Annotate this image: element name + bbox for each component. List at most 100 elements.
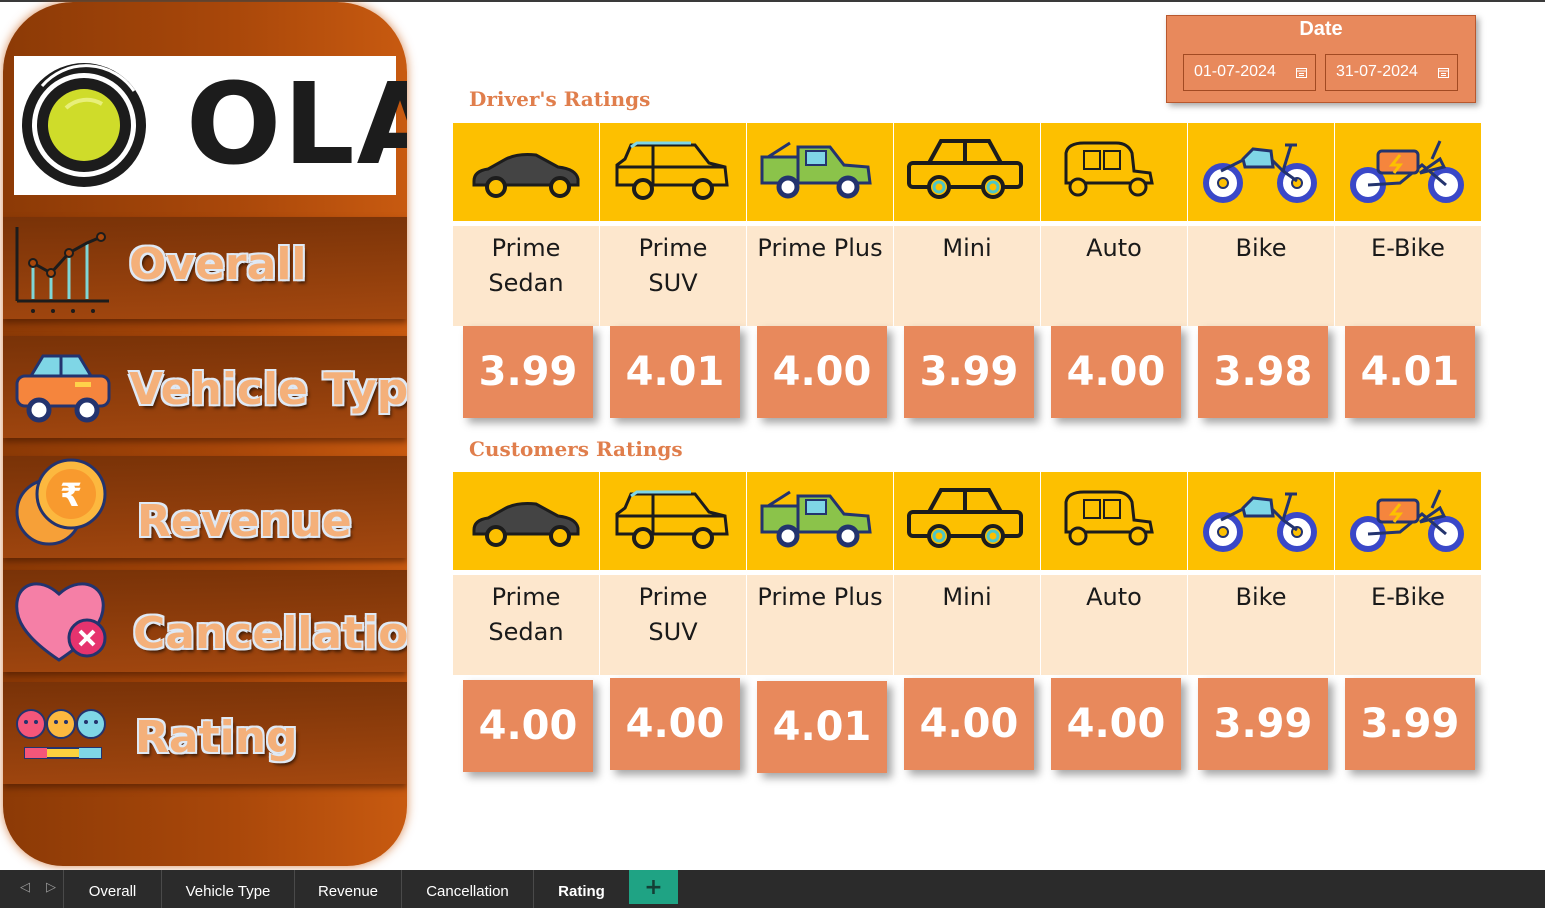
calendar-icon — [1438, 68, 1449, 78]
rating-value: 3.99 — [904, 326, 1034, 418]
vehicle-name-line2: SUV — [648, 618, 698, 646]
tab-cancellation[interactable]: Cancellation — [401, 870, 533, 908]
vehicle-icon-cell — [747, 123, 893, 221]
vehicle-icon-cell — [600, 472, 746, 570]
vehicle-icon-cell — [1188, 472, 1334, 570]
vehicle-icon-cell — [1188, 123, 1334, 221]
auto-rickshaw-icon — [1064, 490, 1154, 546]
calendar-icon — [1296, 68, 1307, 78]
rating-value: 3.99 — [1345, 678, 1475, 770]
heart-cancel-icon — [15, 582, 107, 662]
motorbike-icon — [1203, 492, 1317, 552]
tab-rating[interactable]: Rating — [533, 870, 629, 908]
rating-value: 4.00 — [904, 678, 1034, 770]
sheet-tab-bar: ◁ ▷ Overall Vehicle Type Revenue Cancell… — [0, 870, 1545, 908]
rating-value: 4.00 — [1051, 326, 1181, 418]
date-filter-title: Date — [1299, 18, 1343, 40]
nav-vehicle-type-label: Vehicle Type — [129, 364, 407, 415]
svg-text:₹: ₹ — [60, 476, 82, 514]
vehicle-name-line1: Mini — [942, 583, 992, 611]
vehicle-name-cell: Mini — [894, 575, 1040, 675]
rating-value: 4.00 — [610, 678, 740, 770]
vehicle-name-line1: Prime Plus — [757, 583, 883, 611]
end-date-value: 31-07-2024 — [1336, 63, 1418, 80]
vehicle-icon-cell — [1041, 123, 1187, 221]
vehicle-name-cell: Mini — [894, 226, 1040, 326]
mini-car-icon — [907, 488, 1023, 548]
vehicle-name-line2: Sedan — [488, 269, 564, 297]
add-sheet-button[interactable]: + — [629, 870, 678, 904]
nav-rating[interactable]: Rating — [3, 682, 407, 784]
nav-cancellation[interactable]: Cancellation — [3, 570, 407, 672]
pickup-icon — [760, 490, 872, 548]
nav-cancellation-label: Cancellation — [133, 608, 407, 659]
sidebar: OLA Overall Vehicle Typ ₹ Revenue Cancel… — [3, 2, 407, 866]
vehicle-name-cell: Prime Sedan — [453, 575, 599, 675]
vehicle-name-cell: Prime SUV — [600, 575, 746, 675]
vehicle-name-cell: Prime SUV — [600, 226, 746, 326]
nav-rating-label: Rating — [135, 712, 298, 763]
tab-scroll-right-icon[interactable]: ▷ — [46, 880, 56, 895]
suv-icon — [615, 490, 729, 549]
vehicle-icon-cell — [1335, 123, 1481, 221]
line-chart-icon — [15, 227, 109, 313]
rating-value: 4.00 — [1051, 678, 1181, 770]
rating-value: 3.99 — [463, 326, 593, 418]
vehicle-icon-cell — [747, 472, 893, 570]
vehicle-icon-cell — [894, 472, 1040, 570]
vehicle-name-cell: E-Bike — [1335, 575, 1481, 675]
ola-logo: OLA — [14, 56, 407, 195]
vehicle-name-line1: Bike — [1235, 583, 1287, 611]
start-date-field[interactable]: 01-07-2024 — [1183, 54, 1316, 91]
rating-value: 3.99 — [1198, 678, 1328, 770]
vehicle-name-line1: Prime — [638, 583, 708, 611]
vehicle-icon-cell — [453, 123, 599, 221]
rating-value: 4.01 — [757, 681, 887, 773]
vehicle-name-line1: Auto — [1086, 583, 1142, 611]
nav-overall[interactable]: Overall — [3, 217, 407, 319]
vehicle-icon-cell — [453, 472, 599, 570]
vehicle-name-line1: Prime — [491, 583, 561, 611]
nav-revenue[interactable]: ₹ Revenue — [3, 456, 407, 558]
logo-text: OLA — [186, 60, 407, 190]
e-bike-icon — [1350, 489, 1464, 552]
e-bike-icon — [1350, 140, 1464, 203]
end-date-field[interactable]: 31-07-2024 — [1325, 54, 1458, 91]
vehicle-icon-cell — [894, 123, 1040, 221]
tab-scroll-left-icon[interactable]: ◁ — [20, 880, 30, 895]
vehicle-name-line1: Prime — [638, 234, 708, 262]
rating-value: 4.00 — [463, 680, 593, 772]
vehicle-name-cell: Auto — [1041, 226, 1187, 326]
rating-value: 4.00 — [757, 326, 887, 418]
suv-icon — [615, 141, 729, 200]
tab-overall[interactable]: Overall — [63, 870, 161, 908]
rating-value: 4.01 — [610, 326, 740, 418]
tab-vehicle-type[interactable]: Vehicle Type — [161, 870, 294, 908]
vehicle-icon-cell — [1335, 472, 1481, 570]
nav-overall-label: Overall — [129, 239, 307, 290]
rating-value: 3.98 — [1198, 326, 1328, 418]
vehicle-name-cell: Prime Plus — [747, 226, 893, 326]
vehicle-name-line1: Bike — [1235, 234, 1287, 262]
pickup-icon — [760, 141, 872, 199]
vehicle-name-cell: E-Bike — [1335, 226, 1481, 326]
nav-vehicle-type[interactable]: Vehicle Type — [3, 336, 407, 438]
vehicle-name-line1: Prime Plus — [757, 234, 883, 262]
tab-revenue[interactable]: Revenue — [294, 870, 401, 908]
vehicle-icon-cell — [600, 123, 746, 221]
rating-value: 4.01 — [1345, 326, 1475, 418]
date-filter: Date 01-07-2024 31-07-2024 — [1166, 15, 1476, 103]
vehicle-name-line2: Sedan — [488, 618, 564, 646]
vehicle-name-line2: SUV — [648, 269, 698, 297]
sedan-icon — [472, 502, 580, 547]
start-date-value: 01-07-2024 — [1194, 63, 1276, 80]
vehicle-name-cell: Prime Plus — [747, 575, 893, 675]
emoji-rating-icon — [16, 709, 106, 759]
mini-car-icon — [907, 139, 1023, 199]
motorbike-icon — [1203, 143, 1317, 203]
car-icon — [15, 354, 111, 423]
auto-rickshaw-icon — [1064, 141, 1154, 197]
vehicle-name-cell: Bike — [1188, 226, 1334, 326]
vehicle-name-line1: E-Bike — [1371, 234, 1445, 262]
vehicle-name-cell: Bike — [1188, 575, 1334, 675]
